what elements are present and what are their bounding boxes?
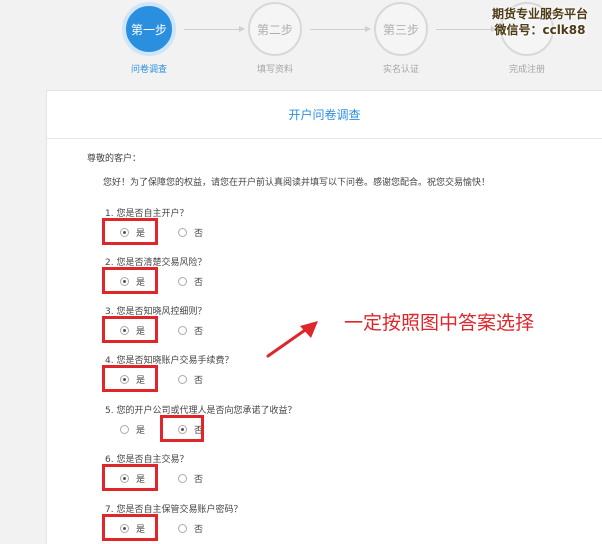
answer-highlight-box	[160, 415, 204, 442]
step-3-circle: 第三步	[374, 2, 428, 56]
radio-no[interactable]	[178, 474, 187, 483]
radio-no[interactable]	[178, 277, 187, 286]
option-label: 是	[136, 426, 146, 436]
step-2-circle: 第二步	[248, 2, 302, 56]
answer-highlight-box	[102, 218, 158, 245]
pointer-arrow-icon	[266, 321, 318, 358]
radio-no[interactable]	[178, 375, 187, 384]
step-3: 第三步 实名认证	[366, 2, 436, 75]
step-3-label: 实名认证	[382, 65, 419, 75]
radio-no[interactable]	[178, 326, 187, 335]
option-label: 否	[194, 327, 204, 337]
option-label: 否	[194, 278, 204, 288]
option-label: 否	[194, 525, 204, 535]
step-connector-1	[184, 26, 245, 32]
step-4-label: 完成注册	[508, 65, 545, 75]
step-1: 第一步 问卷调查	[114, 2, 184, 75]
option-label: 否	[194, 376, 204, 386]
step-1-circle: 第一步	[122, 2, 176, 56]
question-4-option-no[interactable]: 否	[178, 373, 203, 386]
card-title: 开户问卷调查	[47, 91, 602, 139]
question-2-option-no[interactable]: 否	[178, 275, 203, 288]
option-label: 否	[194, 229, 204, 239]
question-3-option-no[interactable]: 否	[178, 324, 203, 337]
answer-highlight-box	[102, 464, 158, 491]
watermark: 期货专业服务平台 微信号：cclk88	[492, 6, 588, 38]
step-connector-3	[436, 26, 497, 32]
greeting-text: 尊敬的客户：	[87, 154, 142, 164]
radio-no[interactable]	[178, 524, 187, 533]
question-1-option-no[interactable]: 否	[178, 226, 203, 239]
answer-highlight-box	[102, 514, 158, 541]
radio-yes[interactable]	[120, 425, 129, 434]
answer-highlight-box	[102, 365, 158, 392]
instruction-annotation: 一定按照图中答案选择	[344, 312, 535, 334]
radio-no[interactable]	[178, 228, 187, 237]
step-2: 第二步 填写资料	[240, 2, 310, 75]
question-5-option-yes[interactable]: 是	[120, 423, 145, 436]
intro-text: 您好！为了保障您的权益，请您在开户前认真阅读并填写以下问卷。感谢您配合。祝您交易…	[103, 178, 491, 188]
question-7-option-no[interactable]: 否	[178, 522, 203, 535]
answer-highlight-box	[102, 267, 158, 294]
watermark-line-1: 期货专业服务平台	[491, 7, 588, 21]
option-label: 否	[194, 475, 204, 485]
step-connector-2	[310, 26, 371, 32]
question-6-option-no[interactable]: 否	[178, 472, 203, 485]
answer-highlight-box	[102, 316, 158, 343]
step-1-label: 问卷调查	[130, 65, 167, 75]
step-2-label: 填写资料	[256, 65, 293, 75]
watermark-line-2: 微信号：cclk88	[494, 23, 586, 37]
